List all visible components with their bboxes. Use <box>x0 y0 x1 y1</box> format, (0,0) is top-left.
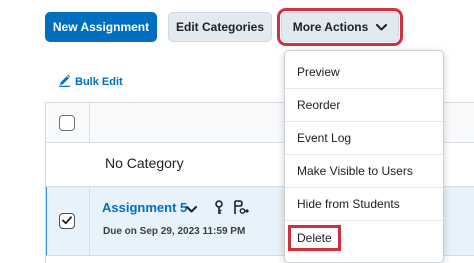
due-date-text: Due on Sep 29, 2023 11:59 PM <box>103 226 246 237</box>
menu-item-label: Event Log <box>297 131 352 145</box>
menu-item-hide-from-students[interactable]: Hide from Students <box>285 188 443 221</box>
assignment-name-link[interactable]: Assignment 5 <box>102 200 187 215</box>
menu-item-make-visible[interactable]: Make Visible to Users <box>285 155 443 188</box>
menu-item-reorder[interactable]: Reorder <box>285 89 443 122</box>
grid-line <box>89 187 90 255</box>
checkbox-icon <box>62 212 72 230</box>
bulk-edit-link[interactable]: Bulk Edit <box>58 74 123 90</box>
more-actions-menu: Preview Reorder Event Log Make Visible t… <box>284 50 444 263</box>
menu-item-label: Reorder <box>297 98 341 112</box>
bulk-edit-label: Bulk Edit <box>75 76 123 88</box>
key-icon <box>213 199 225 215</box>
menu-item-label: Hide from Students <box>297 197 400 211</box>
new-assignment-label: New Assignment <box>52 20 150 34</box>
more-actions-label: More Actions <box>292 20 369 34</box>
pencil-icon <box>58 74 75 90</box>
more-actions-button[interactable]: More Actions <box>277 8 403 46</box>
grid-line <box>45 102 46 263</box>
menu-item-label: Make Visible to Users <box>297 164 413 178</box>
menu-item-preview[interactable]: Preview <box>285 56 443 89</box>
select-all-checkbox[interactable] <box>59 115 75 131</box>
chevron-down-icon <box>376 23 388 31</box>
row-checkbox[interactable] <box>59 213 75 229</box>
edit-categories-label: Edit Categories <box>175 20 265 34</box>
grid-line <box>89 102 90 142</box>
menu-item-label: Preview <box>297 65 340 79</box>
edit-categories-button[interactable]: Edit Categories <box>168 12 272 42</box>
category-title: No Category <box>105 155 184 171</box>
release-conditions-icon <box>233 199 249 215</box>
menu-item-delete[interactable]: Delete <box>285 221 443 254</box>
chevron-down-icon[interactable] <box>184 203 198 215</box>
new-assignment-button[interactable]: New Assignment <box>45 12 157 42</box>
menu-item-label: Delete <box>288 224 341 251</box>
menu-item-event-log[interactable]: Event Log <box>285 122 443 155</box>
